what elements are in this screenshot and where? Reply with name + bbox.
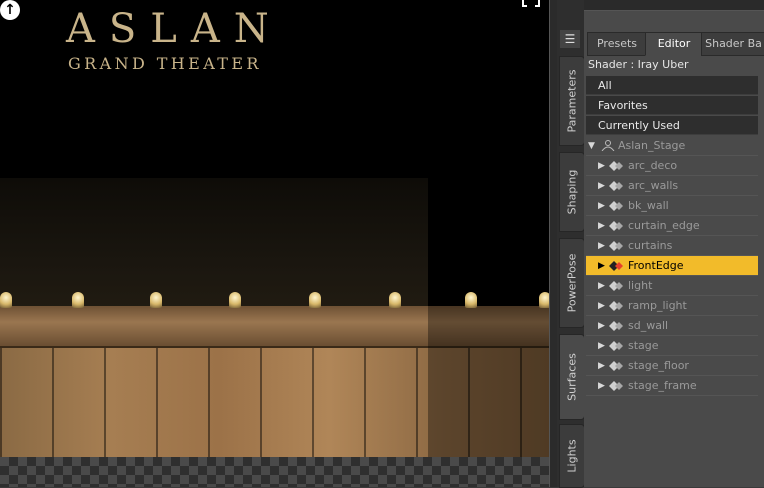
- tree-item-sd-wall[interactable]: ▶ sd_wall: [586, 316, 758, 336]
- up-arrow-icon[interactable]: ↑: [0, 0, 20, 20]
- surface-material-icon: [609, 321, 623, 331]
- tree-item-light[interactable]: ▶ light: [586, 276, 758, 296]
- tree-item-bk-wall[interactable]: ▶ bk_wall: [586, 196, 758, 216]
- tab-presets[interactable]: Presets: [587, 32, 647, 56]
- surface-material-icon: [609, 241, 623, 251]
- surface-material-icon: [609, 201, 623, 211]
- expand-arrow-icon[interactable]: ▶: [598, 336, 605, 356]
- tab-shader-baker[interactable]: Shader Ba: [701, 32, 764, 56]
- surface-material-icon: [609, 361, 623, 371]
- surface-material-icon: [609, 181, 623, 191]
- tab-shaping[interactable]: Shaping: [559, 152, 585, 232]
- tree-item-label: bk_wall: [628, 199, 669, 212]
- expand-arrow-icon[interactable]: ▶: [598, 216, 605, 236]
- filter-currently-used[interactable]: Currently Used: [586, 116, 758, 135]
- expand-arrow-icon[interactable]: ▶: [598, 376, 605, 396]
- tree-item-label: stage_frame: [628, 379, 697, 392]
- filter-favorites[interactable]: Favorites: [586, 96, 758, 115]
- expand-arrow-icon[interactable]: ▶: [598, 356, 605, 376]
- footlight-bulb: [309, 292, 321, 308]
- tab-lights[interactable]: Lights: [559, 424, 585, 488]
- tree-item-label: light: [628, 279, 653, 292]
- collapse-arrow-icon[interactable]: ▼: [588, 136, 595, 156]
- surfaces-panel: Presets Editor Shader Ba Shader : Iray U…: [584, 0, 764, 487]
- tab-powerpose[interactable]: PowerPose: [559, 238, 585, 328]
- side-tab-strip: ☰ Parameters Shaping PowerPose Surfaces …: [557, 0, 585, 488]
- expand-arrow-icon[interactable]: ▶: [598, 156, 605, 176]
- tree-item-ramp-light[interactable]: ▶ ramp_light: [586, 296, 758, 316]
- tree-item-stage[interactable]: ▶ stage: [586, 336, 758, 356]
- panel-tabs: Presets Editor Shader Ba: [584, 32, 764, 56]
- theater-logo-title: ASLAN: [66, 6, 283, 52]
- tab-surfaces-label: Surfaces: [565, 353, 579, 401]
- expand-arrow-icon[interactable]: ▶: [598, 296, 605, 316]
- tree-item-label: stage_floor: [628, 359, 689, 372]
- surface-material-icon: [609, 261, 623, 271]
- 3d-viewport[interactable]: ASLAN GRAND THEATER ↑: [0, 0, 549, 487]
- tree-root-node[interactable]: ▼ Aslan_Stage: [586, 136, 758, 156]
- tab-parameters-label: Parameters: [565, 69, 579, 133]
- surface-material-icon: [609, 301, 623, 311]
- expand-arrow-icon[interactable]: ▶: [598, 196, 605, 216]
- shader-type-label: Shader : Iray Uber: [588, 58, 689, 71]
- footlight-bulb: [465, 292, 477, 308]
- footlight-bulb: [150, 292, 162, 308]
- viewport-floor-grid: [0, 457, 549, 487]
- tree-item-label: arc_deco: [628, 159, 678, 172]
- theater-logo-subtitle: GRAND THEATER: [68, 54, 262, 73]
- surface-material-icon: [609, 221, 623, 231]
- tree-item-label: curtain_edge: [628, 219, 700, 232]
- tree-item-curtains[interactable]: ▶ curtains: [586, 236, 758, 256]
- panel-menu-icon[interactable]: ☰: [560, 30, 580, 48]
- footlight-bulb: [72, 292, 84, 308]
- expand-arrow-icon[interactable]: ▶: [598, 256, 605, 276]
- expand-arrow-icon[interactable]: ▶: [598, 236, 605, 256]
- tree-item-label: sd_wall: [628, 319, 669, 332]
- tree-item-label: ramp_light: [628, 299, 687, 312]
- surface-material-icon: [609, 341, 623, 351]
- tab-shaping-label: Shaping: [565, 169, 579, 215]
- tree-item-frontedge[interactable]: ▶ FrontEdge: [586, 256, 758, 276]
- tab-lights-label: Lights: [565, 439, 579, 473]
- footlight-bulb: [0, 292, 12, 308]
- tree-item-arc-walls[interactable]: ▶ arc_walls: [586, 176, 758, 196]
- tree-item-arc-deco[interactable]: ▶ arc_deco: [586, 156, 758, 176]
- tab-parameters[interactable]: Parameters: [559, 56, 585, 146]
- tree-item-label: arc_walls: [628, 179, 679, 192]
- surface-material-icon: [609, 281, 623, 291]
- expand-arrow-icon[interactable]: ▶: [598, 176, 605, 196]
- stage-shade: [428, 306, 549, 460]
- expand-arrow-icon[interactable]: ▶: [598, 276, 605, 296]
- tree-item-label: FrontEdge: [628, 259, 684, 272]
- footlight-bulb: [389, 292, 401, 308]
- stage-backwall-shadow: [428, 178, 549, 318]
- maximize-viewport-icon[interactable]: [521, 0, 541, 12]
- tree-item-stage-floor[interactable]: ▶ stage_floor: [586, 356, 758, 376]
- expand-arrow-icon[interactable]: ▶: [598, 316, 605, 336]
- tab-editor[interactable]: Editor: [645, 32, 703, 56]
- filter-all[interactable]: All: [586, 76, 758, 95]
- tree-item-label: stage: [628, 339, 659, 352]
- panel-header-bar: [584, 0, 764, 11]
- footlight-bulb: [229, 292, 241, 308]
- tree-item-curtain-edge[interactable]: ▶ curtain_edge: [586, 216, 758, 236]
- surface-material-icon: [609, 161, 623, 171]
- figure-icon: [601, 140, 615, 151]
- tree-item-label: curtains: [628, 239, 673, 252]
- tab-powerpose-label: PowerPose: [565, 253, 579, 313]
- footlight-bulb: [539, 292, 549, 308]
- tab-surfaces[interactable]: Surfaces: [559, 334, 585, 420]
- stage-backwall: [0, 178, 428, 318]
- tree-root-label: Aslan_Stage: [618, 139, 686, 152]
- tree-item-stage-frame[interactable]: ▶ stage_frame: [586, 376, 758, 396]
- surface-material-icon: [609, 381, 623, 391]
